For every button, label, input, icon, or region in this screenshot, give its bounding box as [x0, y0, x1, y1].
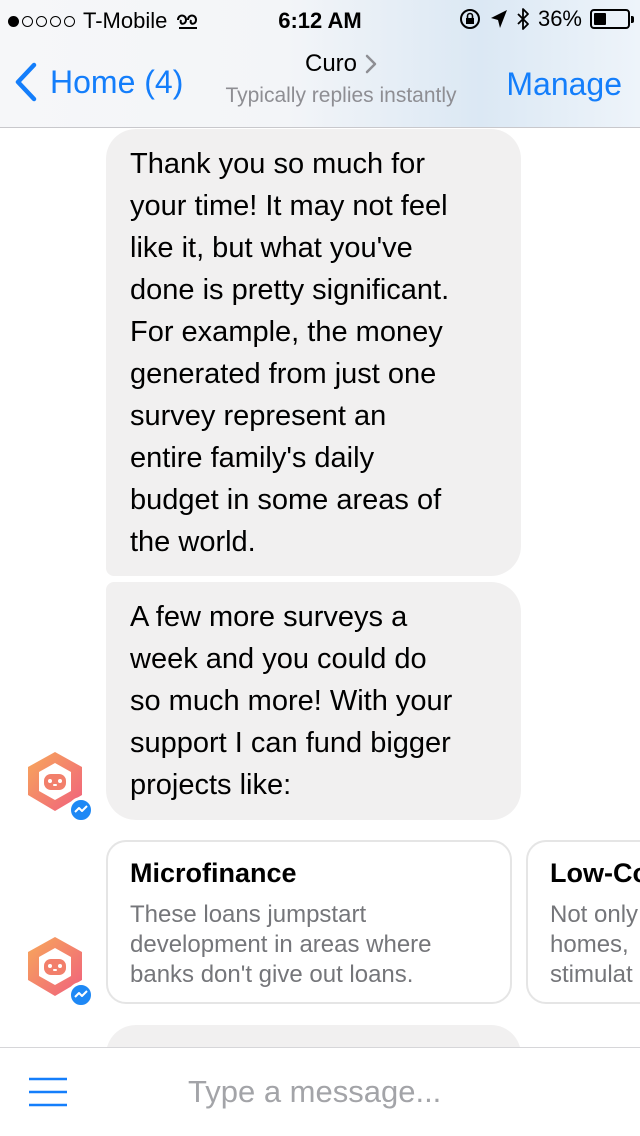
- status-bar: T-Mobile 6:12 AM 36%: [0, 0, 640, 40]
- message-line: week and you could do: [130, 643, 427, 675]
- project-card[interactable]: Low-Co Not only homes, stimulat: [526, 840, 640, 1004]
- conversation-subtitle: Typically replies instantly: [225, 84, 457, 107]
- message-line: like it, but what you've: [130, 232, 413, 264]
- message-line: For example, the money: [130, 316, 443, 348]
- message-line: projects like:: [130, 769, 292, 801]
- card-description-line: stimulat: [550, 961, 633, 988]
- back-label: Home (4): [50, 63, 184, 100]
- conversation-title-row: Curo: [305, 50, 377, 78]
- messenger-badge-icon: [68, 797, 94, 823]
- bot-avatar[interactable]: [22, 934, 94, 1008]
- project-card[interactable]: Microfinance These loans jumpstart devel…: [106, 840, 512, 1004]
- message-line: entire family's daily: [130, 442, 375, 474]
- card-description: Not only homes, stimulat: [550, 900, 640, 990]
- card-description-line: homes,: [550, 931, 629, 958]
- message-line: Thank you so much for: [130, 148, 425, 180]
- message-line: so much more! With your: [130, 685, 453, 717]
- hamburger-menu-icon[interactable]: [28, 1076, 68, 1108]
- chevron-left-icon: [15, 62, 37, 102]
- message-line: budget in some areas of: [130, 484, 442, 516]
- card-description: These loans jumpstart development in are…: [130, 901, 432, 988]
- message-line: A few more surveys a: [130, 601, 408, 633]
- message-line: generated from just one: [130, 358, 437, 390]
- incoming-message-bubble[interactable]: Thank you so much for your time! It may n…: [106, 129, 521, 576]
- conversation-header[interactable]: Curo Typically replies instantly: [200, 50, 482, 108]
- message-input[interactable]: [188, 1072, 608, 1112]
- location-arrow-icon: [490, 10, 507, 28]
- status-right: 36%: [458, 6, 634, 32]
- message-line: survey represent an: [130, 400, 387, 432]
- battery-icon: [590, 9, 634, 29]
- card-title: Microfinance: [130, 858, 297, 888]
- back-button[interactable]: Home (4): [14, 62, 183, 102]
- message-composer: [0, 1047, 640, 1136]
- manage-button[interactable]: Manage: [506, 66, 622, 103]
- incoming-message-bubble[interactable]: A few more surveys a week and you could d…: [106, 582, 521, 820]
- conversation-title: Curo: [304, 50, 358, 77]
- card-title: Low-Co: [550, 858, 640, 888]
- bluetooth-icon: [517, 8, 529, 30]
- messenger-badge-icon: [68, 982, 94, 1008]
- message-line: your time! It may not feel: [130, 190, 448, 222]
- battery-level: [594, 13, 606, 25]
- bot-avatar[interactable]: [22, 749, 94, 823]
- message-line: the world.: [130, 526, 256, 558]
- rotation-lock-icon: [459, 9, 480, 29]
- battery-percentage: 36%: [537, 6, 582, 31]
- card-description-line: Not only: [550, 901, 639, 928]
- battery-tip: [631, 16, 634, 23]
- message-line: support I can fund bigger: [130, 727, 451, 759]
- message-line: done is pretty significant.: [130, 274, 450, 306]
- incoming-message-bubble[interactable]: [106, 1025, 521, 1047]
- conversation-thread[interactable]: Thank you so much for your time! It may n…: [0, 129, 640, 1047]
- chevron-right-icon: [365, 54, 377, 74]
